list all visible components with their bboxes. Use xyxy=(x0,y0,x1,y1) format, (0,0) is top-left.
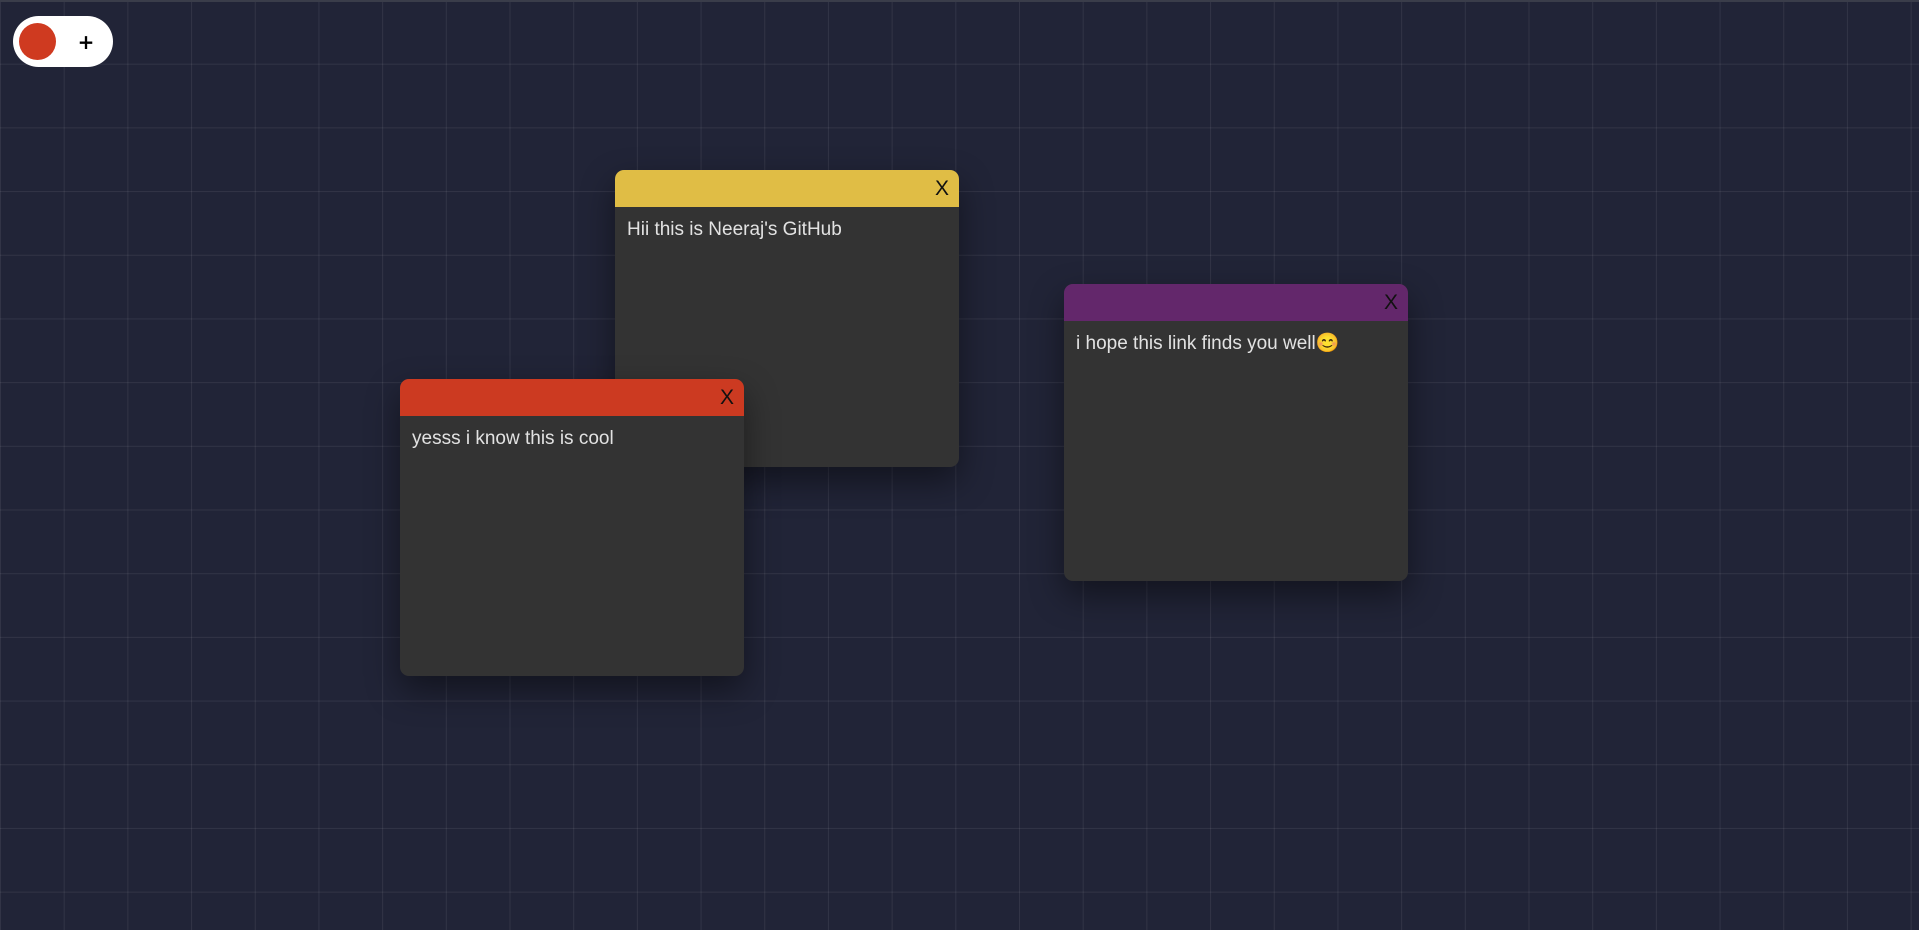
toolbar: + xyxy=(13,16,113,67)
board-canvas: { "controls": { "selected_color": "#cf3a… xyxy=(0,0,1919,930)
note-body[interactable]: yesss i know this is cool xyxy=(400,416,744,463)
close-note-button[interactable]: X xyxy=(720,387,734,408)
note-text[interactable]: Hii this is Neeraj's GitHub xyxy=(627,219,947,242)
note-header[interactable]: X xyxy=(1064,284,1408,321)
sticky-note-red[interactable]: X yesss i know this is cool xyxy=(400,379,744,676)
sticky-note-purple[interactable]: X i hope this link finds you well😊 xyxy=(1064,284,1408,581)
add-note-button[interactable]: + xyxy=(74,30,98,54)
note-body[interactable]: Hii this is Neeraj's GitHub xyxy=(615,207,959,254)
note-header[interactable]: X xyxy=(615,170,959,207)
note-body[interactable]: i hope this link finds you well😊 xyxy=(1064,321,1408,368)
close-note-button[interactable]: X xyxy=(935,178,949,199)
color-picker-red[interactable] xyxy=(19,23,56,60)
note-text[interactable]: yesss i know this is cool xyxy=(412,428,732,451)
note-header[interactable]: X xyxy=(400,379,744,416)
note-text[interactable]: i hope this link finds you well😊 xyxy=(1076,333,1396,356)
close-note-button[interactable]: X xyxy=(1384,292,1398,313)
